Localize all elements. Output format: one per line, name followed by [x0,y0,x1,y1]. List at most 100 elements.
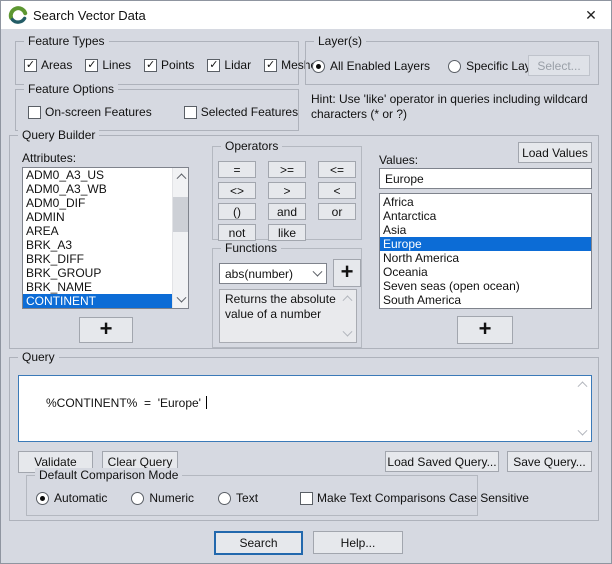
functions-group: Functions abs(number) + Returns the abso… [212,248,362,348]
search-button[interactable]: Search [214,531,303,555]
attributes-items: ADM0_A3_USADM0_A3_WBADM0_DIFADMINAREABRK… [23,168,188,309]
help-button[interactable]: Help... [313,531,403,554]
checkbox-box-icon: ✓ [24,59,37,72]
checkbox-lidar[interactable]: ✓Lidar [207,58,251,72]
attributes-list-item[interactable]: BRK_A3 [23,238,188,252]
title-bar: Search Vector Data ✕ [1,1,611,29]
operator-button-[interactable]: () [218,203,256,220]
values-list-item[interactable]: Antarctica [380,209,591,223]
add-attribute-button[interactable]: + [79,317,133,343]
scrollbar-thumb[interactable] [173,197,189,232]
radio-automatic[interactable]: Automatic [36,491,107,505]
operator-button-[interactable]: < [318,182,356,199]
function-description-text: Returns the absolute value of a number [225,292,336,321]
chevron-down-icon [313,267,323,277]
hint-text: Hint: Use 'like' operator in queries inc… [311,92,603,122]
attributes-listbox[interactable]: ADM0_A3_USADM0_A3_WBADM0_DIFADMINAREABRK… [22,167,189,309]
checkbox-label: Selected Features [201,105,298,119]
operator-button-like[interactable]: like [268,224,306,241]
attributes-list-item[interactable]: BRK_NAME [23,280,188,294]
query-builder-legend: Query Builder [18,128,99,142]
query-group: Query %CONTINENT% = 'Europe' Validate Cl… [9,357,599,521]
query-textarea[interactable]: %CONTINENT% = 'Europe' [18,375,592,442]
feature-options-legend: Feature Options [24,82,118,96]
comparison-mode-group: Default Comparison Mode AutomaticNumeric… [26,475,478,516]
search-vector-data-dialog: Search Vector Data ✕ Feature Types ✓ Area… [0,0,612,564]
checkbox-label: On-screen Features [45,105,152,119]
close-button[interactable]: ✕ [571,1,611,29]
radio-button-icon [312,60,325,73]
checkbox-points[interactable]: ✓Points [144,58,194,72]
attributes-list-item[interactable]: CONTINENT [23,294,188,308]
operator-button-[interactable]: <> [218,182,256,199]
checkbox-selected-features[interactable]: Selected Features [184,105,298,119]
attributes-list-item[interactable]: AREA [23,224,188,238]
scroll-down-icon[interactable] [173,293,189,308]
select-layers-button[interactable]: Select... [528,55,590,76]
operators-grid: = >= <= <> > < () andor notlike [218,161,356,241]
add-value-button[interactable]: + [457,316,513,344]
scroll-down-icon[interactable] [340,327,354,342]
operator-button-[interactable]: >= [268,161,306,178]
attributes-list-item[interactable]: ADM0_A3_WB [23,182,188,196]
checkbox-label: Areas [41,58,72,72]
checkbox-areas[interactable]: ✓ Areas [24,58,72,72]
attributes-list-item[interactable]: ADM0_A3_US [23,168,188,182]
add-function-button[interactable]: + [333,259,361,287]
values-list-item[interactable]: Africa [380,195,591,209]
load-saved-query-button[interactable]: Load Saved Query... [385,451,499,472]
functions-dropdown[interactable]: abs(number) [219,263,327,284]
values-list-item[interactable]: Oceania [380,265,591,279]
values-list-item[interactable]: North America [380,251,591,265]
attributes-list-item[interactable]: BRK_GROUP [23,266,188,280]
scroll-up-icon[interactable] [173,168,189,183]
radio-button-icon [36,492,49,505]
layers-legend: Layer(s) [314,34,366,48]
operator-button-and[interactable]: and [268,203,306,220]
load-values-button[interactable]: Load Values [518,142,592,163]
radio-label: All Enabled Layers [330,59,430,73]
attributes-list-item[interactable]: ADM0_DIF [23,196,188,210]
values-input[interactable]: Europe [379,168,592,189]
attributes-list-item[interactable]: BRK_DIFF [23,252,188,266]
values-list-item[interactable]: Asia [380,223,591,237]
attributes-label: Attributes: [22,151,76,165]
save-query-button[interactable]: Save Query... [507,451,592,472]
attributes-scrollbar[interactable] [172,168,188,308]
operator-button-not[interactable]: not [218,224,256,241]
values-list-item[interactable]: Seven seas (open ocean) [380,279,591,293]
values-list-item[interactable]: South America [380,293,591,307]
operator-button-[interactable]: > [268,182,306,199]
checkbox-box-icon: ✓ [207,59,220,72]
operator-button-or[interactable]: or [318,203,356,220]
checkbox-lines[interactable]: ✓Lines [85,58,131,72]
values-label: Values: [379,153,418,167]
function-description: Returns the absolute value of a number [219,289,357,343]
functions-legend: Functions [221,241,281,255]
checkbox-make-text-comparisons-case-sensitive[interactable]: Make Text Comparisons Case Sensitive [300,491,529,505]
scroll-up-icon[interactable] [575,376,590,391]
operator-button-[interactable]: = [218,161,256,178]
values-items: AfricaAntarcticaAsiaEuropeNorth AmericaO… [380,194,591,307]
checkbox-box-icon [28,106,41,119]
radio-all-enabled-layers[interactable]: All Enabled Layers [312,59,430,73]
scroll-down-icon[interactable] [575,426,590,441]
attributes-list-item[interactable]: ECONOMY [23,308,188,309]
feature-types-legend: Feature Types [24,34,109,48]
checkbox-on-screen-features[interactable]: On-screen Features [28,105,152,119]
checkbox-label: Points [161,58,194,72]
operator-button-[interactable]: <= [318,161,356,178]
checkbox-box-icon [184,106,197,119]
text-caret [206,396,207,409]
attributes-list-item[interactable]: ADMIN [23,210,188,224]
values-list-item[interactable]: Europe [380,237,591,251]
app-icon [8,5,28,25]
radio-numeric[interactable]: Numeric [131,491,194,505]
radio-label: Automatic [54,491,107,505]
comparison-mode-legend: Default Comparison Mode [35,468,182,482]
feature-types-checkboxes: ✓Areas✓Lines✓Points✓Lidar✓Meshes [24,58,323,72]
radio-text[interactable]: Text [218,491,258,505]
values-listbox[interactable]: AfricaAntarcticaAsiaEuropeNorth AmericaO… [379,193,592,309]
radio-button-icon [131,492,144,505]
scroll-up-icon[interactable] [340,290,354,305]
